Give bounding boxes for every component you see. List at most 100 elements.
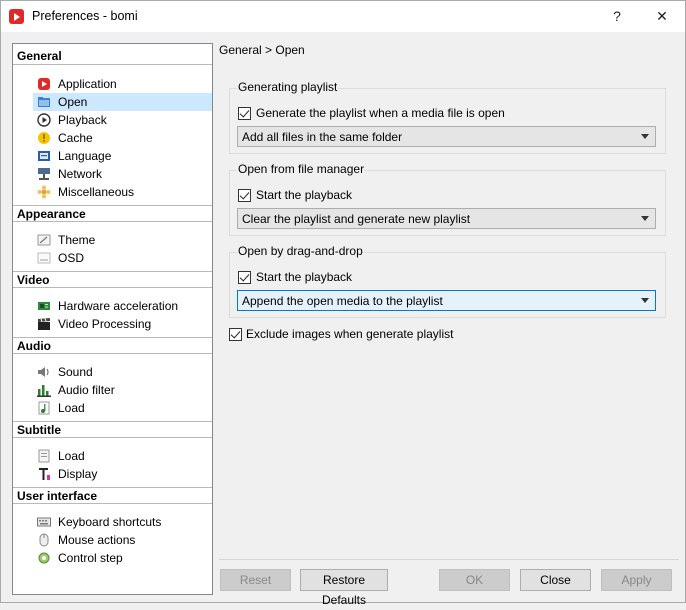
reset-button[interactable]: Reset [220, 569, 291, 591]
tree-item-label: Hardware acceleration [58, 299, 179, 313]
footer-divider [219, 559, 679, 560]
file-manager-start-playback-label[interactable]: Start the playback [256, 188, 352, 202]
exclude-images-checkbox[interactable] [229, 328, 242, 341]
tree-item-language[interactable]: Language [33, 147, 212, 165]
tree-item-miscellaneous[interactable]: Miscellaneous [33, 183, 212, 201]
miscellaneous-icon [37, 185, 51, 199]
file-manager-start-playback-checkbox[interactable] [238, 189, 251, 202]
tree-item-label: Video Processing [58, 317, 152, 331]
gear-icon [38, 552, 50, 564]
keyboard-icon [37, 517, 51, 527]
tree-category-user-interface[interactable]: User interface [13, 487, 212, 504]
apply-button[interactable]: Apply [601, 569, 672, 591]
group-open-from-file-manager: Open from file manager Start the playbac… [229, 162, 666, 236]
restore-defaults-button[interactable]: Restore Defaults [300, 569, 388, 607]
tree-item-cache[interactable]: Cache [33, 129, 212, 147]
group-title: Generating playlist [237, 80, 339, 94]
group-open-by-drag-and-drop: Open by drag-and-drop Start the playback… [229, 244, 666, 318]
tree-category-subtitle[interactable]: Subtitle [13, 421, 212, 438]
tree-item-label: Display [58, 467, 98, 481]
folder-open-icon [38, 97, 50, 107]
close-button[interactable]: Close [520, 569, 591, 591]
window-title: Preferences - bomi [32, 9, 138, 23]
preferences-window: Preferences - bomi ? ✕ General Applicati… [0, 0, 686, 607]
network-icon [38, 168, 50, 180]
theme-icon [37, 234, 51, 246]
tree-item-label: Mouse actions [58, 533, 136, 547]
tree-category-video[interactable]: Video [13, 271, 212, 288]
osd-icon [37, 252, 51, 264]
chevron-down-icon [641, 298, 649, 303]
generate-playlist-checkbox[interactable] [238, 107, 251, 120]
close-window-button[interactable]: ✕ [646, 4, 678, 28]
tree-item-keyboard-shortcuts[interactable]: Keyboard shortcuts [33, 513, 212, 531]
select-value: Append the open media to the playlist [242, 294, 443, 308]
ok-button[interactable]: OK [439, 569, 510, 591]
tree-category-general[interactable]: General [13, 48, 212, 65]
tree-item-label: Control step [58, 551, 123, 565]
tree-item-label: OSD [58, 251, 85, 265]
select-value: Add all files in the same folder [242, 130, 403, 144]
preferences-tree: General Application Open Playback Cache … [12, 43, 213, 595]
tree-item-video-processing[interactable]: Video Processing [33, 315, 212, 333]
tree-item-open[interactable]: Open [33, 93, 212, 111]
tree-item-mouse-actions[interactable]: Mouse actions [33, 531, 212, 549]
equalizer-icon [37, 385, 51, 397]
tree-item-label: Playback [58, 113, 107, 127]
clapperboard-icon [38, 318, 50, 330]
drag-drop-start-playback-label[interactable]: Start the playback [256, 270, 352, 284]
file-manager-mode-select[interactable]: Clear the playlist and generate new play… [237, 208, 656, 229]
tree-item-label: Language [58, 149, 112, 163]
cache-icon [38, 132, 50, 144]
tree-item-network[interactable]: Network [33, 165, 212, 183]
tree-item-subtitle-display[interactable]: Display [33, 465, 212, 483]
tree-item-label: Audio filter [58, 383, 115, 397]
tree-item-label: Load [58, 449, 85, 463]
generate-playlist-label[interactable]: Generate the playlist when a media file … [256, 106, 505, 120]
tree-item-label: Theme [58, 233, 96, 247]
tree-item-label: Load [58, 401, 85, 415]
hardware-card-icon [38, 302, 50, 310]
tree-category-appearance[interactable]: Appearance [13, 205, 212, 222]
group-generating-playlist: Generating playlist Generate the playlis… [229, 80, 666, 154]
tree-item-audio-filter[interactable]: Audio filter [33, 381, 212, 399]
tree-item-label: Cache [58, 131, 93, 145]
tree-item-sound[interactable]: Sound [33, 363, 212, 381]
breadcrumb: General > Open [219, 43, 305, 57]
tree-item-label: Keyboard shortcuts [58, 515, 162, 529]
chevron-down-icon [641, 134, 649, 139]
tree-item-control-step[interactable]: Control step [33, 549, 212, 567]
drag-drop-mode-select[interactable]: Append the open media to the playlist [237, 290, 656, 311]
tree-item-label: Network [58, 167, 103, 181]
tree-item-label: Miscellaneous [58, 185, 135, 199]
tree-item-theme[interactable]: Theme [33, 231, 212, 249]
speaker-icon [38, 367, 49, 377]
tree-item-subtitle-load[interactable]: Load [33, 447, 212, 465]
tree-category-audio[interactable]: Audio [13, 337, 212, 354]
tree-item-label: Sound [58, 365, 93, 379]
exclude-images-label[interactable]: Exclude images when generate playlist [246, 327, 453, 341]
language-icon [38, 151, 50, 161]
title-bar: Preferences - bomi ? ✕ [1, 1, 685, 32]
select-value: Clear the playlist and generate new play… [242, 212, 471, 226]
mouse-icon [39, 533, 49, 547]
group-title: Open by drag-and-drop [237, 244, 364, 258]
text-display-icon [39, 468, 50, 480]
drag-drop-start-playback-checkbox[interactable] [238, 271, 251, 284]
bomi-app-icon [9, 9, 24, 24]
subtitle-file-icon [38, 449, 50, 463]
tree-item-osd[interactable]: OSD [33, 249, 212, 267]
generating-mode-select[interactable]: Add all files in the same folder [237, 126, 656, 147]
play-icon [37, 113, 51, 127]
application-icon [38, 78, 50, 90]
music-note-icon [38, 401, 50, 415]
tree-item-audio-load[interactable]: Load [33, 399, 212, 417]
chevron-down-icon [641, 216, 649, 221]
tree-item-playback[interactable]: Playback [33, 111, 212, 129]
tree-item-label: Open [58, 95, 88, 109]
tree-item-hardware-acceleration[interactable]: Hardware acceleration [33, 297, 212, 315]
help-button[interactable]: ? [601, 4, 633, 28]
tree-item-application[interactable]: Application [33, 75, 212, 93]
tree-item-label: Application [58, 77, 117, 91]
group-title: Open from file manager [237, 162, 366, 176]
